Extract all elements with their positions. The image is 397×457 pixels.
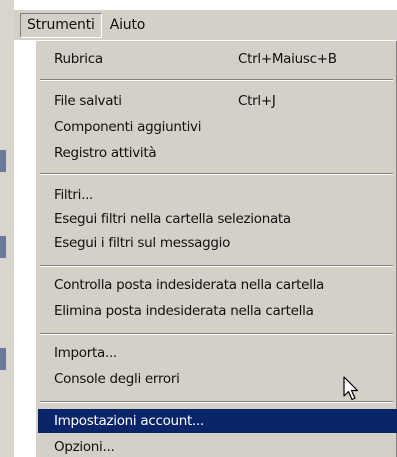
menu-item-registro-attivita[interactable]: Registro attività: [38, 141, 397, 165]
menu-item-impostazioni-account[interactable]: Impostazioni account...: [38, 409, 397, 433]
menubar-aiuto[interactable]: Aiuto: [104, 14, 151, 37]
menu-item-label: Componenti aggiuntivi: [54, 119, 202, 135]
menu-item-label: Esegui filtri nella cartella selezionata: [54, 211, 291, 227]
background-window-fragment: [0, 236, 6, 258]
menu-item-esegui-filtri-cartella[interactable]: Esegui filtri nella cartella selezionata: [38, 207, 397, 231]
menubar-strumenti[interactable]: Strumenti: [20, 12, 102, 38]
menu-item-label: File salvati: [54, 93, 122, 109]
menu-separator: [40, 401, 393, 403]
background-window-edge: [0, 0, 14, 457]
menu-item-rubrica[interactable]: Rubrica Ctrl+Maiusc+B: [38, 47, 397, 71]
menu-item-label: Rubrica: [54, 51, 103, 67]
menu-item-componenti-aggiuntivi[interactable]: Componenti aggiuntivi: [38, 115, 397, 139]
background-window-fragment: [0, 348, 6, 370]
menu-item-opzioni[interactable]: Opzioni...: [38, 435, 397, 457]
menu-item-shortcut: Ctrl+Maiusc+B: [238, 51, 337, 67]
menu-item-file-salvati[interactable]: File salvati Ctrl+J: [38, 89, 397, 113]
mouse-pointer-icon: [343, 376, 359, 401]
menu-bar: Strumenti Aiuto: [14, 10, 397, 40]
menu-separator: [40, 333, 393, 335]
menu-item-label: Console degli errori: [54, 371, 180, 387]
menu-item-label: Controlla posta indesiderata nella carte…: [54, 277, 325, 293]
menu-item-label: Opzioni...: [54, 439, 115, 455]
menu-item-esegui-filtri-messaggio[interactable]: Esegui i filtri sul messaggio: [38, 231, 397, 255]
menu-separator: [40, 173, 393, 175]
menu-item-label: Esegui i filtri sul messaggio: [54, 235, 231, 251]
menu-item-label: Importa...: [54, 345, 117, 361]
background-window-fragment: [0, 150, 6, 172]
menu-separator: [40, 265, 393, 267]
menu-item-label: Impostazioni account...: [54, 413, 205, 429]
menu-separator: [40, 79, 393, 81]
menu-item-elimina-posta-indesiderata[interactable]: Elimina posta indesiderata nella cartell…: [38, 299, 397, 323]
menu-item-importa[interactable]: Importa...: [38, 341, 397, 365]
menu-item-label: Filtri...: [54, 187, 94, 203]
menu-item-filtri[interactable]: Filtri...: [38, 183, 397, 207]
menu-item-shortcut: Ctrl+J: [238, 93, 276, 109]
menu-item-controlla-posta-indesiderata[interactable]: Controlla posta indesiderata nella carte…: [38, 273, 397, 297]
menu-item-label: Registro attività: [54, 145, 157, 161]
screenshot-stage: Strumenti Aiuto Rubrica Ctrl+Maiusc+B Fi…: [0, 0, 397, 457]
menu-item-label: Elimina posta indesiderata nella cartell…: [54, 303, 314, 319]
